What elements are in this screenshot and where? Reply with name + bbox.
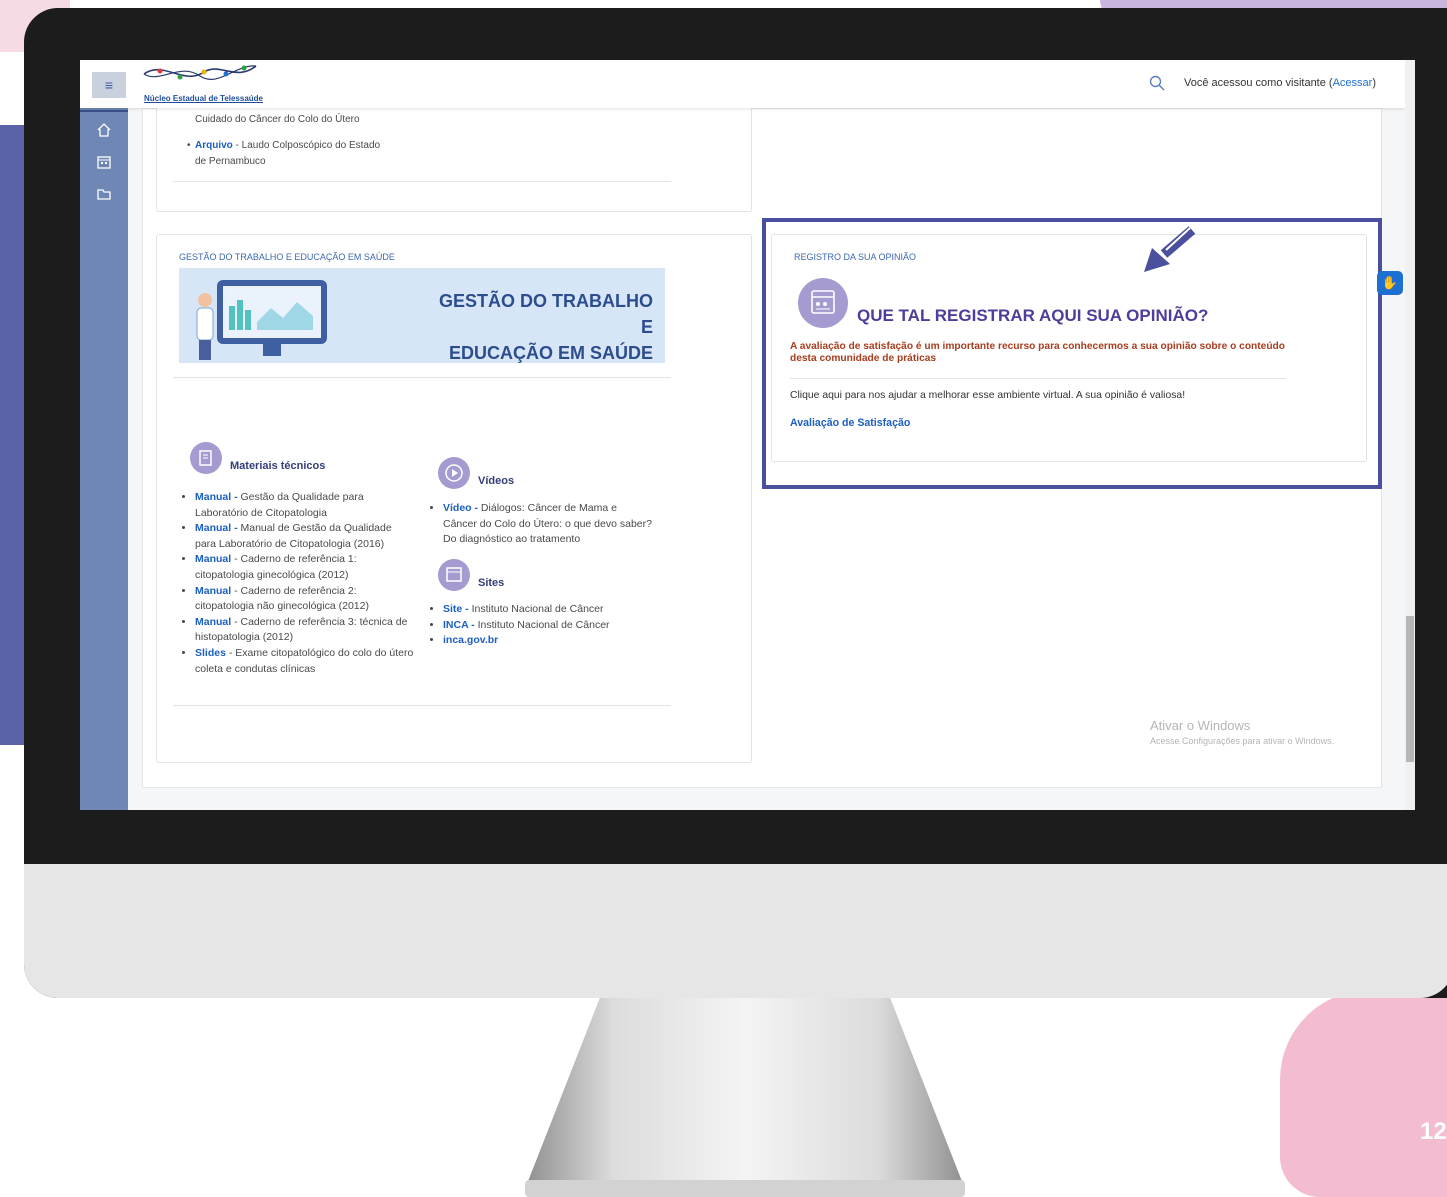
divider [173, 377, 671, 378]
highlight-box [762, 218, 1382, 489]
list-item[interactable]: Manual - Manual de Gestão da Qualidade p… [195, 521, 415, 552]
search-icon[interactable] [1148, 74, 1166, 92]
background-shape [1280, 990, 1447, 1197]
card-title: GESTÃO DO TRABALHO E EDUCAÇÃO EM SAÚDE [179, 252, 395, 262]
monitor-illustration [196, 280, 327, 360]
divider [173, 181, 671, 182]
card-text: Cuidado do Câncer do Colo do Útero [195, 114, 360, 125]
sites-list: Site - Instituto Nacional de Câncer INCA… [423, 602, 663, 649]
scrollbar-thumb[interactable] [1406, 616, 1414, 762]
list-item[interactable]: Site - Instituto Nacional de Câncer [443, 602, 663, 618]
list-item[interactable]: Arquivo - Laudo Colposcópico do Estado [195, 139, 380, 153]
arrow-pointer-icon [1144, 226, 1196, 272]
materiais-list: Manual - Gestão da Qualidade para Labora… [175, 490, 415, 677]
browser-icon [438, 559, 470, 591]
page-number: 12 [1420, 1118, 1447, 1145]
windows-activation-text: Acesse Configurações para ativar o Windo… [1150, 736, 1335, 746]
home-icon[interactable] [96, 122, 112, 138]
accessibility-icon[interactable]: ✋ [1377, 271, 1403, 295]
list-item[interactable]: inca.gov.br [443, 633, 663, 649]
top-navbar: ≡ Núcleo Estadual de Telessaúde Você ace… [80, 60, 1405, 108]
list-item[interactable]: Slides - Exame citopatológico do colo do… [195, 646, 415, 677]
banner-title: GESTÃO DO TRABALHO E EDUCAÇÃO EM SAÚDE [439, 291, 653, 363]
arquivo-link[interactable]: Arquivo [195, 140, 233, 151]
document-edit-icon [190, 442, 222, 474]
card-cuidado: Cuidado do Câncer do Colo do Útero • Arq… [156, 90, 752, 212]
list-item: • [187, 140, 191, 151]
list-item-text: de Pernambuco [195, 156, 266, 167]
windows-activation-title: Ativar o Windows [1150, 718, 1251, 733]
hamburger-icon[interactable]: ≡ [92, 72, 126, 98]
monitor-stand [525, 998, 965, 1190]
sidebar-divider [80, 110, 128, 112]
list-item[interactable]: Vídeo - Diálogos: Câncer de Mama e Cânce… [443, 501, 653, 548]
sidebar [80, 108, 128, 810]
section-title-sites: Sites [478, 577, 505, 589]
list-item[interactable]: INCA - Instituto Nacional de Câncer [443, 618, 663, 634]
calendar-icon[interactable] [96, 154, 112, 170]
videos-list: Vídeo - Diálogos: Câncer de Mama e Cânce… [423, 501, 653, 548]
list-item[interactable]: Manual - Caderno de referência 2: citopa… [195, 584, 415, 615]
section-title-materiais: Materiais técnicos [230, 460, 326, 472]
login-status: Você acessou como visitante (Acessar) [1184, 77, 1376, 89]
list-item[interactable]: Manual - Caderno de referência 3: técnic… [195, 615, 415, 646]
list-item[interactable]: Manual - Caderno de referência 1: citopa… [195, 552, 415, 583]
screen: Cuidado do Câncer do Colo do Útero • Arq… [80, 60, 1415, 810]
section-title-videos: Vídeos [478, 475, 515, 487]
logo-text: Núcleo Estadual de Telessaúde [144, 94, 264, 103]
login-link[interactable]: Acessar [1333, 77, 1373, 89]
monitor-chin [24, 864, 1447, 998]
gestao-banner: GESTÃO DO TRABALHO E EDUCAÇÃO EM SAÚDE [179, 268, 665, 363]
divider [173, 705, 671, 706]
list-item[interactable]: Manual - Gestão da Qualidade para Labora… [195, 490, 415, 521]
monitor-stand-base [525, 1180, 965, 1197]
folder-icon[interactable] [96, 186, 112, 202]
play-icon [438, 457, 470, 489]
